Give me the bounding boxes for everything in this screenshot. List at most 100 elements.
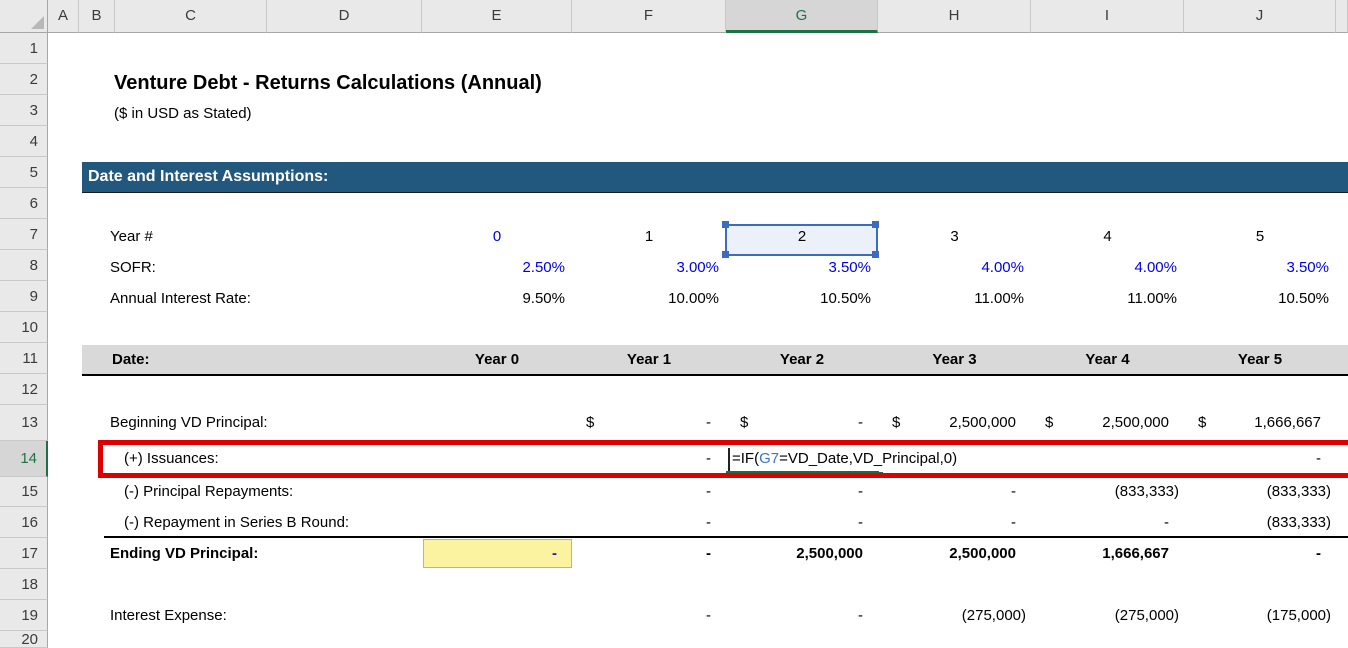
ending-f[interactable]: - <box>572 538 726 569</box>
ending-i[interactable]: 1,666,667 <box>1031 538 1184 569</box>
report-title: Venture Debt - Returns Calculations (Ann… <box>114 66 542 100</box>
column-header-E[interactable]: E <box>422 0 572 33</box>
label-principal-repayments[interactable]: (-) Principal Repayments: <box>124 477 293 507</box>
label-series-b-repayment[interactable]: (-) Repayment in Series B Round: <box>124 507 349 538</box>
sofr-y1[interactable]: 3.00% <box>572 252 726 283</box>
rate-y5[interactable]: 10.50% <box>1184 283 1336 314</box>
column-header-G[interactable]: G <box>726 0 878 33</box>
repay-f[interactable]: - <box>572 477 726 507</box>
row-header-12[interactable]: 12 <box>0 374 48 405</box>
row-header-9[interactable]: 9 <box>0 281 48 312</box>
rate-y2[interactable]: 10.50% <box>726 283 878 314</box>
active-cell-green-underline <box>726 471 879 474</box>
ending-e[interactable]: - <box>422 538 572 569</box>
intexp-f[interactable]: - <box>572 600 726 631</box>
row-header-4[interactable]: 4 <box>0 126 48 157</box>
label-date: Date: <box>112 345 150 374</box>
beginning-f[interactable]: - <box>572 406 726 440</box>
date-year-1: Year 1 <box>572 345 726 374</box>
select-all-corner[interactable] <box>0 0 48 33</box>
label-interest-expense[interactable]: Interest Expense: <box>110 600 227 631</box>
column-header-I[interactable]: I <box>1031 0 1184 33</box>
sofr-y3[interactable]: 4.00% <box>878 252 1031 283</box>
row-header-5[interactable]: 5 <box>0 157 48 188</box>
section-banner-assumptions[interactable]: Date and Interest Assumptions: <box>82 162 1348 193</box>
row-header-20[interactable]: 20 <box>0 631 48 648</box>
rate-y3[interactable]: 11.00% <box>878 283 1031 314</box>
column-header-A[interactable]: A <box>48 0 79 33</box>
label-annual-interest-rate[interactable]: Annual Interest Rate: <box>110 283 251 314</box>
select-all-triangle-icon <box>31 16 44 29</box>
label-beginning-vd-principal[interactable]: Beginning VD Principal: <box>110 406 268 440</box>
seriesb-i[interactable]: - <box>1031 507 1184 538</box>
ending-g[interactable]: 2,500,000 <box>726 538 878 569</box>
beginning-h[interactable]: 2,500,000 <box>878 406 1031 440</box>
repay-j[interactable]: (833,333) <box>1184 477 1336 507</box>
sofr-y2[interactable]: 3.50% <box>726 252 878 283</box>
label-year-number[interactable]: Year # <box>110 221 153 252</box>
year-2-active-ref[interactable]: 2 <box>726 221 878 252</box>
label-issuances[interactable]: (+) Issuances: <box>124 442 219 476</box>
intexp-g[interactable]: - <box>726 600 878 631</box>
year-5[interactable]: 5 <box>1184 221 1336 252</box>
date-year-5: Year 5 <box>1184 345 1336 374</box>
seriesb-h[interactable]: - <box>878 507 1031 538</box>
sofr-y0[interactable]: 2.50% <box>422 252 572 283</box>
seriesb-f[interactable]: - <box>572 507 726 538</box>
ending-h[interactable]: 2,500,000 <box>878 538 1031 569</box>
issuances-j[interactable]: - <box>1184 442 1336 476</box>
excel-spreadsheet: ABCDEFGHIJ 12345678910111213141516171819… <box>0 0 1348 648</box>
intexp-j[interactable]: (175,000) <box>1184 600 1336 631</box>
label-sofr[interactable]: SOFR: <box>110 252 156 283</box>
beginning-g[interactable]: - <box>726 406 878 440</box>
year-1[interactable]: 1 <box>572 221 726 252</box>
row-header-8[interactable]: 8 <box>0 250 48 281</box>
row-header-7[interactable]: 7 <box>0 219 48 250</box>
year-3[interactable]: 3 <box>878 221 1031 252</box>
repay-g[interactable]: - <box>726 477 878 507</box>
column-header-partial[interactable] <box>1336 0 1348 33</box>
row-header-6[interactable]: 6 <box>0 188 48 219</box>
row-header-13[interactable]: 13 <box>0 405 48 441</box>
column-header-F[interactable]: F <box>572 0 726 33</box>
row-header-18[interactable]: 18 <box>0 569 48 600</box>
date-year-0: Year 0 <box>422 345 572 374</box>
sofr-y5[interactable]: 3.50% <box>1184 252 1336 283</box>
sofr-y4[interactable]: 4.00% <box>1031 252 1184 283</box>
row-header-1[interactable]: 1 <box>0 33 48 64</box>
row-header-3[interactable]: 3 <box>0 95 48 126</box>
year-4[interactable]: 4 <box>1031 221 1184 252</box>
column-header-B[interactable]: B <box>79 0 115 33</box>
seriesb-g[interactable]: - <box>726 507 878 538</box>
row-header-2[interactable]: 2 <box>0 64 48 95</box>
formula-text-pre: =IF( <box>732 450 759 467</box>
issuances-f[interactable]: - <box>572 442 726 476</box>
column-header-J[interactable]: J <box>1184 0 1336 33</box>
column-header-C[interactable]: C <box>115 0 267 33</box>
date-year-2: Year 2 <box>726 345 878 374</box>
column-header-H[interactable]: H <box>878 0 1031 33</box>
label-ending-vd-principal[interactable]: Ending VD Principal: <box>110 538 258 569</box>
row-header-17[interactable]: 17 <box>0 538 48 569</box>
repay-i[interactable]: (833,333) <box>1031 477 1184 507</box>
year-0[interactable]: 0 <box>422 221 572 252</box>
beginning-i[interactable]: 2,500,000 <box>1031 406 1184 440</box>
seriesb-j[interactable]: (833,333) <box>1184 507 1336 538</box>
text-cursor <box>728 448 730 471</box>
row-header-14[interactable]: 14 <box>0 441 48 477</box>
date-header-banner[interactable]: Date: Year 0 Year 1 Year 2 Year 3 Year 4… <box>82 345 1348 376</box>
rate-y4[interactable]: 11.00% <box>1031 283 1184 314</box>
beginning-j[interactable]: 1,666,667 <box>1184 406 1336 440</box>
row-header-15[interactable]: 15 <box>0 477 48 507</box>
rate-y1[interactable]: 10.00% <box>572 283 726 314</box>
intexp-h[interactable]: (275,000) <box>878 600 1031 631</box>
row-header-16[interactable]: 16 <box>0 507 48 538</box>
row-header-10[interactable]: 10 <box>0 312 48 343</box>
row-header-19[interactable]: 19 <box>0 600 48 631</box>
column-header-D[interactable]: D <box>267 0 422 33</box>
row-header-11[interactable]: 11 <box>0 343 48 374</box>
ending-j[interactable]: - <box>1184 538 1336 569</box>
repay-h[interactable]: - <box>878 477 1031 507</box>
rate-y0[interactable]: 9.50% <box>422 283 572 314</box>
intexp-i[interactable]: (275,000) <box>1031 600 1184 631</box>
